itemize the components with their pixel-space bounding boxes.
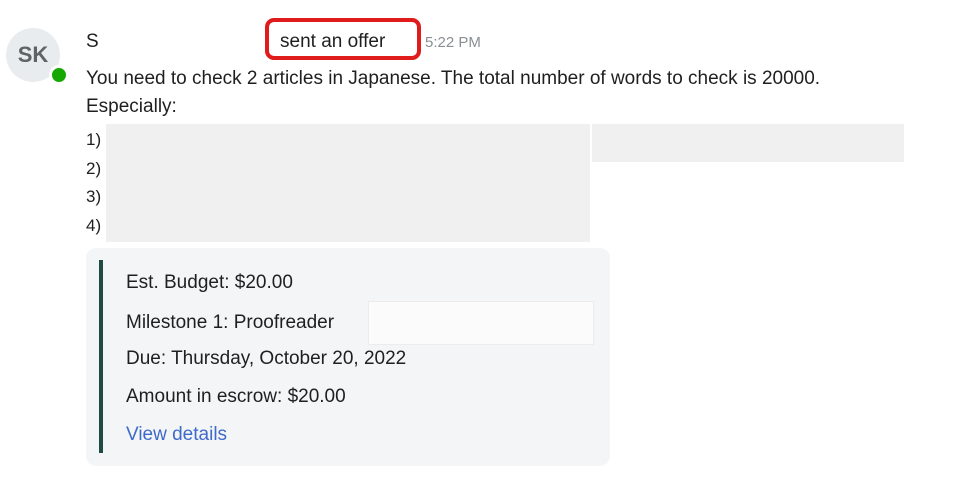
- sender-name[interactable]: S: [86, 31, 99, 53]
- offer-milestone: Milestone 1: Proofreader: [126, 312, 335, 333]
- card-accent-bar: [99, 260, 103, 453]
- offer-action-text: sent an offer: [280, 31, 386, 52]
- list-marker-2: 2): [86, 159, 102, 178]
- list-marker-1: 1): [86, 130, 102, 149]
- avatar-initials: SK: [17, 42, 49, 67]
- online-status-icon: [49, 65, 69, 85]
- offer-budget: Est. Budget: $20.00: [126, 272, 293, 293]
- list-marker-3: 3): [86, 187, 102, 206]
- redacted-block: [592, 124, 904, 162]
- offer-card: Est. Budget: $20.00 Milestone 1: Proofre…: [86, 248, 610, 466]
- offer-due-date: Due: Thursday, October 20, 2022: [126, 348, 407, 369]
- message-timestamp: 5:22 PM: [425, 34, 481, 51]
- view-details-link[interactable]: View details: [126, 424, 227, 446]
- list-marker-4: 4): [86, 216, 102, 235]
- redacted-block: [106, 124, 590, 242]
- message-line-2: Especially:: [86, 96, 177, 117]
- offer-escrow-amount: Amount in escrow: $20.00: [126, 386, 346, 407]
- redacted-block: [368, 301, 594, 345]
- chat-message: SK S sent an offer 5:22 PM You need to c…: [0, 0, 956, 488]
- message-line-1: You need to check 2 articles in Japanese…: [86, 68, 821, 89]
